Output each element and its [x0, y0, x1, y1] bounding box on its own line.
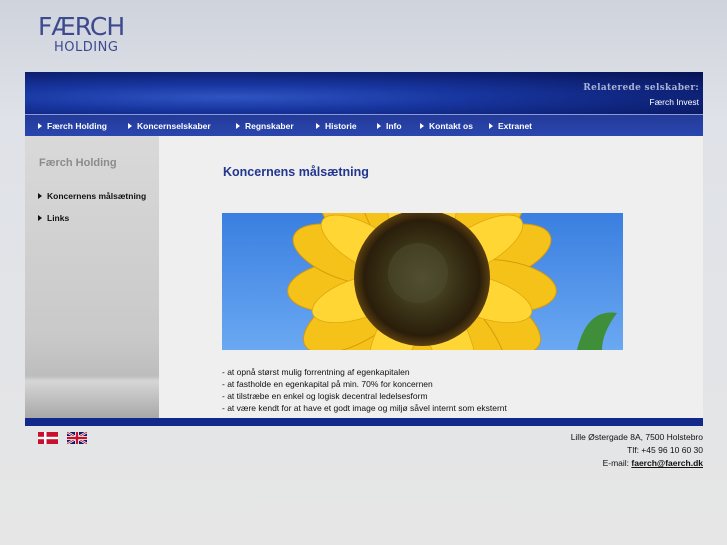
goals-list: - at opnå størst mulig forrentning af eg…	[222, 366, 507, 414]
triangle-right-icon	[377, 123, 381, 129]
logo-line-1: FÆRCH	[38, 12, 125, 41]
address-text: Lille Østergade 8A, 7500 Holstebro	[570, 432, 703, 442]
nav-item-kontakt-os[interactable]: Kontakt os	[420, 115, 473, 137]
email-link[interactable]: faerch@faerch.dk	[631, 458, 703, 468]
triangle-right-icon	[420, 123, 424, 129]
related-title: Relaterede selskaber:	[583, 83, 699, 93]
sidebar-item-links[interactable]: Links	[38, 213, 69, 223]
related-companies: Relaterede selskaber: Færch Invest	[583, 83, 699, 107]
page-title: Koncernens målsætning	[223, 165, 369, 179]
danish-flag-icon[interactable]	[38, 431, 58, 444]
sidebar-item-label: Links	[47, 213, 70, 223]
logo-line-2: HOLDING	[54, 40, 119, 55]
nav-item-label: Kontakt os	[429, 121, 473, 131]
triangle-right-icon	[38, 193, 42, 199]
sunflower-image	[222, 213, 623, 350]
list-item: - at tilstræbe en enkel og logisk decent…	[222, 391, 428, 401]
list-item: - at være kendt for at have et godt imag…	[222, 403, 507, 413]
email-row: E-mail: faerch@faerch.dk	[571, 457, 703, 470]
nav-item-label: Regnskaber	[245, 121, 294, 131]
triangle-right-icon	[236, 123, 240, 129]
triangle-right-icon	[316, 123, 320, 129]
sidebar-item-label: Koncernens målsætning	[47, 191, 147, 201]
list-item: - at opnå størst mulig forrentning af eg…	[222, 367, 410, 377]
language-switcher	[38, 430, 92, 449]
triangle-right-icon	[38, 123, 42, 129]
nav-item-extranet[interactable]: Extranet	[489, 115, 532, 137]
sidebar: Færch Holding Koncernens målsætning Link…	[25, 136, 159, 418]
related-company-link[interactable]: Færch Invest	[583, 97, 699, 107]
nav-item-info[interactable]: Info	[377, 115, 402, 137]
nav-item-historie[interactable]: Historie	[316, 115, 357, 137]
sidebar-title: Færch Holding	[39, 157, 117, 169]
footer-address: Lille Østergade 8A, 7500 Holstebro Tlf: …	[571, 431, 703, 470]
nav-item-faerch-holding[interactable]: Færch Holding	[38, 115, 107, 137]
nav-item-label: Koncernselskaber	[137, 121, 211, 131]
main-content: Koncernens målsætning - at opnå størst m…	[159, 136, 703, 418]
nav-item-regnskaber[interactable]: Regnskaber	[236, 115, 294, 137]
main-nav: Færch Holding Koncernselskaber Regnskabe…	[25, 114, 703, 137]
triangle-right-icon	[489, 123, 493, 129]
triangle-right-icon	[128, 123, 132, 129]
email-label: E-mail:	[602, 458, 630, 468]
list-item: - at fastholde en egenkapital på min. 70…	[222, 379, 433, 389]
uk-flag-icon[interactable]	[66, 430, 89, 446]
nav-item-koncernselskaber[interactable]: Koncernselskaber	[128, 115, 211, 137]
footer-bar	[25, 418, 703, 426]
nav-item-label: Extranet	[498, 121, 533, 131]
sidebar-item-koncernens-malsaetning[interactable]: Koncernens målsætning	[38, 191, 146, 201]
triangle-right-icon	[38, 215, 42, 221]
phone-text: Tlf: +45 96 10 60 30	[627, 445, 703, 455]
nav-item-label: Historie	[325, 121, 357, 131]
nav-item-label: Færch Holding	[47, 121, 107, 131]
nav-item-label: Info	[386, 121, 402, 131]
company-logo[interactable]: FÆRCH HOLDING	[38, 12, 125, 56]
